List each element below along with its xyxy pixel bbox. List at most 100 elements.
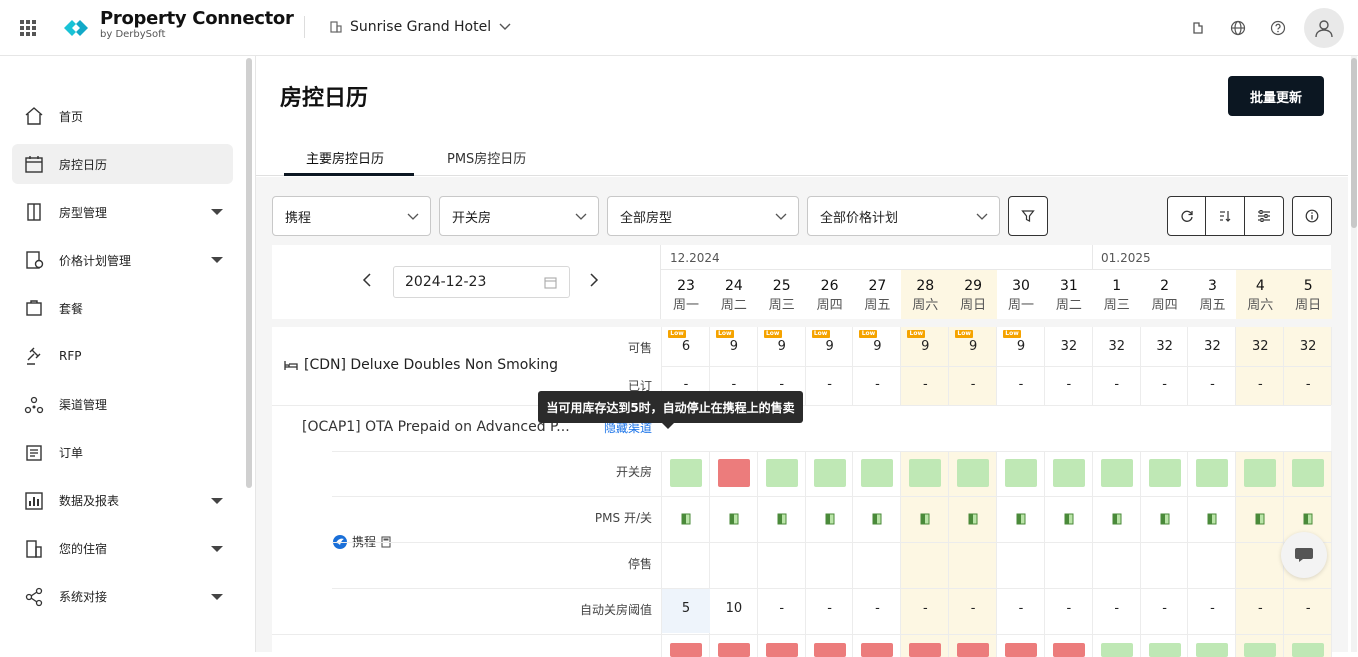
- open-close-toggle[interactable]: [1292, 643, 1325, 657]
- available-count[interactable]: 9: [806, 339, 854, 354]
- auto-close-value[interactable]: -: [1045, 601, 1093, 616]
- auto-close-value[interactable]: -: [1236, 601, 1284, 616]
- open-close-toggle[interactable]: [1148, 643, 1181, 657]
- settings-button[interactable]: [1245, 197, 1283, 235]
- open-close-toggle[interactable]: [861, 459, 894, 487]
- sidebar-item[interactable]: 价格计划管理: [12, 240, 233, 280]
- available-count[interactable]: 9: [949, 339, 997, 354]
- auto-close-value[interactable]: -: [901, 601, 949, 616]
- prev-date-button[interactable]: [362, 271, 372, 292]
- auto-close-value[interactable]: -: [1188, 601, 1236, 616]
- auto-close-value[interactable]: -: [1284, 601, 1332, 616]
- open-close-toggle[interactable]: [1196, 459, 1229, 487]
- open-close-toggle[interactable]: [957, 643, 990, 657]
- available-count[interactable]: 32: [1188, 339, 1236, 354]
- auto-close-value[interactable]: -: [1093, 601, 1141, 616]
- help-icon[interactable]: [1258, 8, 1298, 48]
- avatar[interactable]: [1304, 8, 1344, 48]
- open-close-toggle[interactable]: [1005, 643, 1038, 657]
- room-type-select[interactable]: 全部房型: [607, 196, 799, 236]
- open-close-toggle[interactable]: [1052, 643, 1085, 657]
- auto-close-value[interactable]: 5: [662, 601, 710, 616]
- open-close-toggle[interactable]: [1244, 459, 1277, 487]
- open-close-toggle[interactable]: [957, 459, 990, 487]
- sidebar-item[interactable]: 房控日历: [12, 144, 233, 185]
- open-close-toggle[interactable]: [1005, 459, 1038, 487]
- next-date-button[interactable]: [589, 271, 599, 292]
- open-close-toggle[interactable]: [813, 459, 846, 487]
- auto-close-value[interactable]: -: [949, 601, 997, 616]
- booked-count: -: [779, 377, 785, 392]
- tab-main-calendar[interactable]: 主要房控日历: [306, 148, 384, 167]
- available-count[interactable]: 32: [1093, 339, 1141, 354]
- open-close-toggle[interactable]: [1148, 459, 1181, 487]
- bulk-update-button[interactable]: 批量更新: [1228, 76, 1324, 116]
- chat-button[interactable]: [1281, 532, 1327, 578]
- open-close-toggle[interactable]: [717, 459, 750, 487]
- sidebar-item[interactable]: RFP: [12, 336, 233, 376]
- sidebar-item[interactable]: 套餐: [12, 288, 233, 328]
- sidebar-item[interactable]: 首页: [12, 96, 233, 136]
- filter-button[interactable]: [1008, 196, 1048, 236]
- available-count[interactable]: 9: [853, 339, 901, 354]
- open-close-toggle[interactable]: [813, 643, 846, 657]
- room-type-label: [CDN] Deluxe Doubles Non Smoking: [304, 357, 559, 373]
- open-close-toggle[interactable]: [765, 643, 798, 657]
- open-close-toggle[interactable]: [717, 643, 750, 657]
- auto-close-value[interactable]: -: [806, 601, 854, 616]
- plugin-icon[interactable]: [1178, 8, 1218, 48]
- refresh-icon: [1181, 210, 1193, 222]
- open-close-select[interactable]: 开关房: [439, 196, 599, 236]
- sidebar-item[interactable]: 房型管理: [12, 192, 233, 232]
- open-close-toggle[interactable]: [909, 643, 942, 657]
- auto-close-value[interactable]: -: [1141, 601, 1189, 616]
- available-count[interactable]: 32: [1236, 339, 1284, 354]
- sort-button[interactable]: [1206, 197, 1245, 235]
- auto-close-value[interactable]: 10: [710, 601, 758, 616]
- tab-active-indicator: [284, 173, 414, 176]
- rate-plan-select[interactable]: 全部价格计划: [807, 196, 1000, 236]
- available-count[interactable]: 32: [1045, 339, 1093, 354]
- sidebar-item[interactable]: 您的住宿: [12, 529, 233, 569]
- open-close-toggle[interactable]: [1244, 643, 1277, 657]
- available-count[interactable]: 9: [710, 339, 758, 354]
- auto-close-value[interactable]: -: [997, 601, 1045, 616]
- open-close-toggle[interactable]: [1292, 459, 1325, 487]
- sidebar-item[interactable]: 订单: [12, 433, 233, 473]
- open-close-toggle[interactable]: [861, 643, 894, 657]
- available-count[interactable]: 9: [758, 339, 806, 354]
- hotel-selector[interactable]: Sunrise Grand Hotel: [330, 19, 511, 35]
- info-button[interactable]: [1292, 196, 1332, 236]
- sidebar-item[interactable]: 系统对接: [12, 577, 233, 617]
- available-count[interactable]: 9: [997, 339, 1045, 354]
- page-scrollbar[interactable]: [1351, 56, 1357, 652]
- brand[interactable]: Property Connector by DerbySoft: [100, 8, 294, 40]
- sidebar-scrollbar[interactable]: [246, 58, 252, 488]
- app-grid-icon[interactable]: [20, 20, 36, 36]
- channel-select[interactable]: 携程: [272, 196, 431, 236]
- sidebar-item[interactable]: 数据及报表: [12, 481, 233, 521]
- open-close-toggle[interactable]: [1196, 643, 1229, 657]
- date-input[interactable]: 2024-12-23: [393, 266, 570, 298]
- open-close-toggle[interactable]: [670, 643, 702, 657]
- sidebar-item[interactable]: 渠道管理: [12, 385, 233, 425]
- open-close-toggle[interactable]: [1100, 643, 1133, 657]
- open-close-toggle[interactable]: [670, 459, 702, 487]
- rate-plan-name[interactable]: [OCAP1] OTA Prepaid on Advanced P...: [302, 419, 570, 435]
- auto-close-value[interactable]: -: [758, 601, 806, 616]
- open-close-toggle[interactable]: [1052, 459, 1085, 487]
- sidebar: 首页房控日历房型管理价格计划管理 套餐 RFP 渠道管理订单数据及报表您的住宿系统对接: [0, 56, 256, 652]
- tab-pms-calendar[interactable]: PMS房控日历: [447, 148, 526, 167]
- column-line: [948, 451, 950, 657]
- auto-close-value[interactable]: -: [853, 601, 901, 616]
- open-close-toggle[interactable]: [909, 459, 942, 487]
- row-line: [332, 451, 1331, 452]
- available-count[interactable]: 32: [1141, 339, 1189, 354]
- available-count[interactable]: 9: [901, 339, 949, 354]
- open-close-toggle[interactable]: [1100, 459, 1133, 487]
- available-count[interactable]: 6: [662, 339, 710, 354]
- refresh-button[interactable]: [1168, 197, 1207, 235]
- globe-icon[interactable]: [1218, 8, 1258, 48]
- open-close-toggle[interactable]: [765, 459, 798, 487]
- available-count[interactable]: 32: [1284, 339, 1332, 354]
